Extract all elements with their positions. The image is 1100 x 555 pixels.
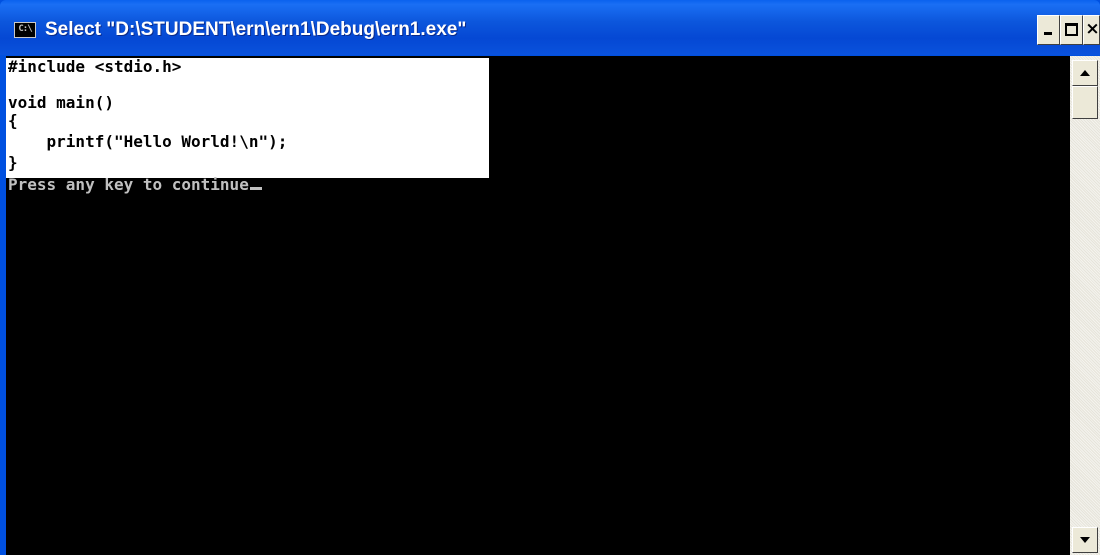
console-window: C:\ Select "D:\STUDENT\ern\ern1\Debug\er… xyxy=(0,0,1100,555)
code-line-open-brace: { xyxy=(8,111,18,130)
minimize-icon xyxy=(1044,32,1052,35)
text-cursor xyxy=(249,187,262,190)
console-output-area[interactable]: #include <stdio.h> void main() { printf(… xyxy=(6,56,1070,555)
maximize-button[interactable] xyxy=(1060,15,1083,45)
code-line-main: void main() xyxy=(8,93,114,112)
window-title: Select "D:\STUDENT\ern\ern1\Debug\ern1.e… xyxy=(45,19,467,40)
scroll-down-button[interactable] xyxy=(1072,527,1098,553)
minimize-button[interactable] xyxy=(1037,15,1060,45)
close-button[interactable]: × xyxy=(1083,15,1100,45)
text-selection-highlight xyxy=(6,58,489,178)
console-app-icon[interactable]: C:\ xyxy=(14,22,36,38)
scrollbar-thumb[interactable] xyxy=(1072,86,1098,119)
console-output-line: Press any key to continue xyxy=(8,176,262,194)
scroll-down-arrow-icon xyxy=(1080,537,1090,543)
title-bar[interactable]: C:\ Select "D:\STUDENT\ern\ern1\Debug\er… xyxy=(0,0,1100,55)
scroll-up-button[interactable] xyxy=(1072,60,1098,86)
code-line-include: #include <stdio.h> xyxy=(8,57,182,76)
maximize-icon xyxy=(1065,23,1078,36)
vertical-scrollbar[interactable] xyxy=(1070,56,1100,555)
code-line-close-brace: } xyxy=(8,153,18,172)
code-line-printf: printf("Hello World!\n"); xyxy=(8,132,288,151)
scroll-up-arrow-icon xyxy=(1080,70,1090,76)
output-text: Press any key to continue xyxy=(8,175,249,194)
close-icon: × xyxy=(1085,19,1100,39)
